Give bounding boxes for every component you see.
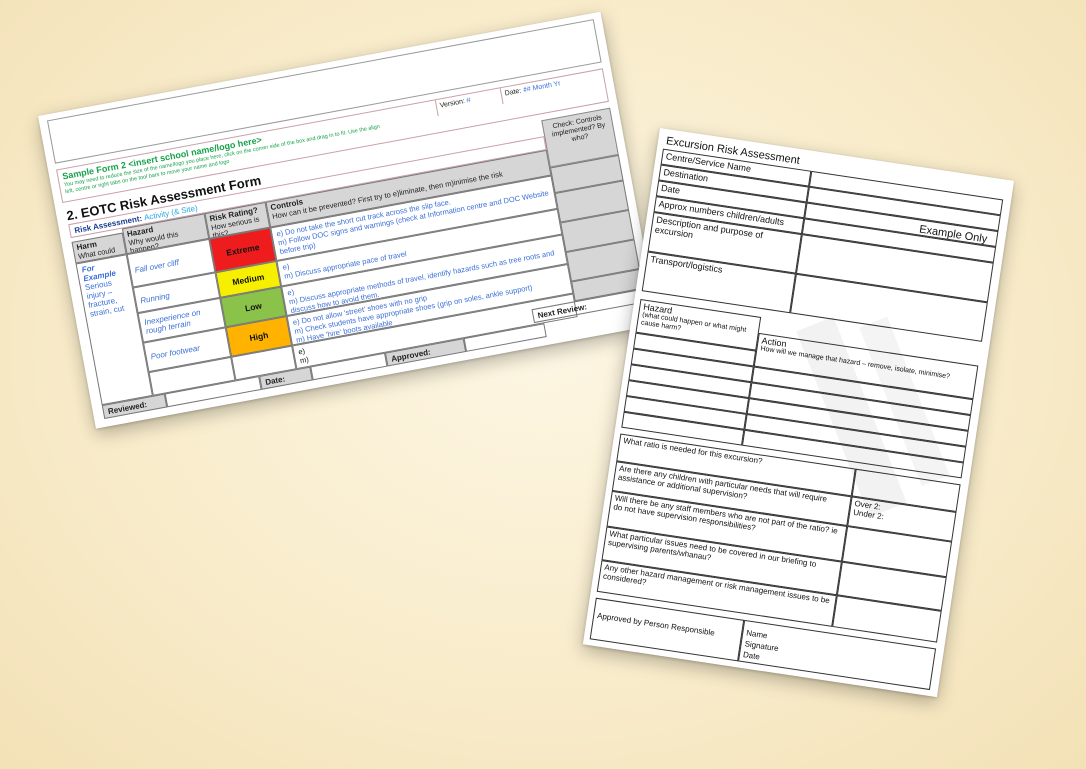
date-label: Date: <box>504 87 522 98</box>
date-value: ## Month Yr <box>522 80 562 95</box>
excursion-risk-assessment-form: Excursion Risk Assessment Example Only C… <box>582 128 1015 698</box>
version-field: Version: # <box>434 88 503 117</box>
harm-example-text: Serious injury – fracture, strain, cut <box>84 278 125 319</box>
eotc-risk-assessment-form: Sample Form 2 <insert school name/logo h… <box>38 11 659 429</box>
version-value: # <box>466 96 472 105</box>
version-label: Version: <box>439 98 466 110</box>
